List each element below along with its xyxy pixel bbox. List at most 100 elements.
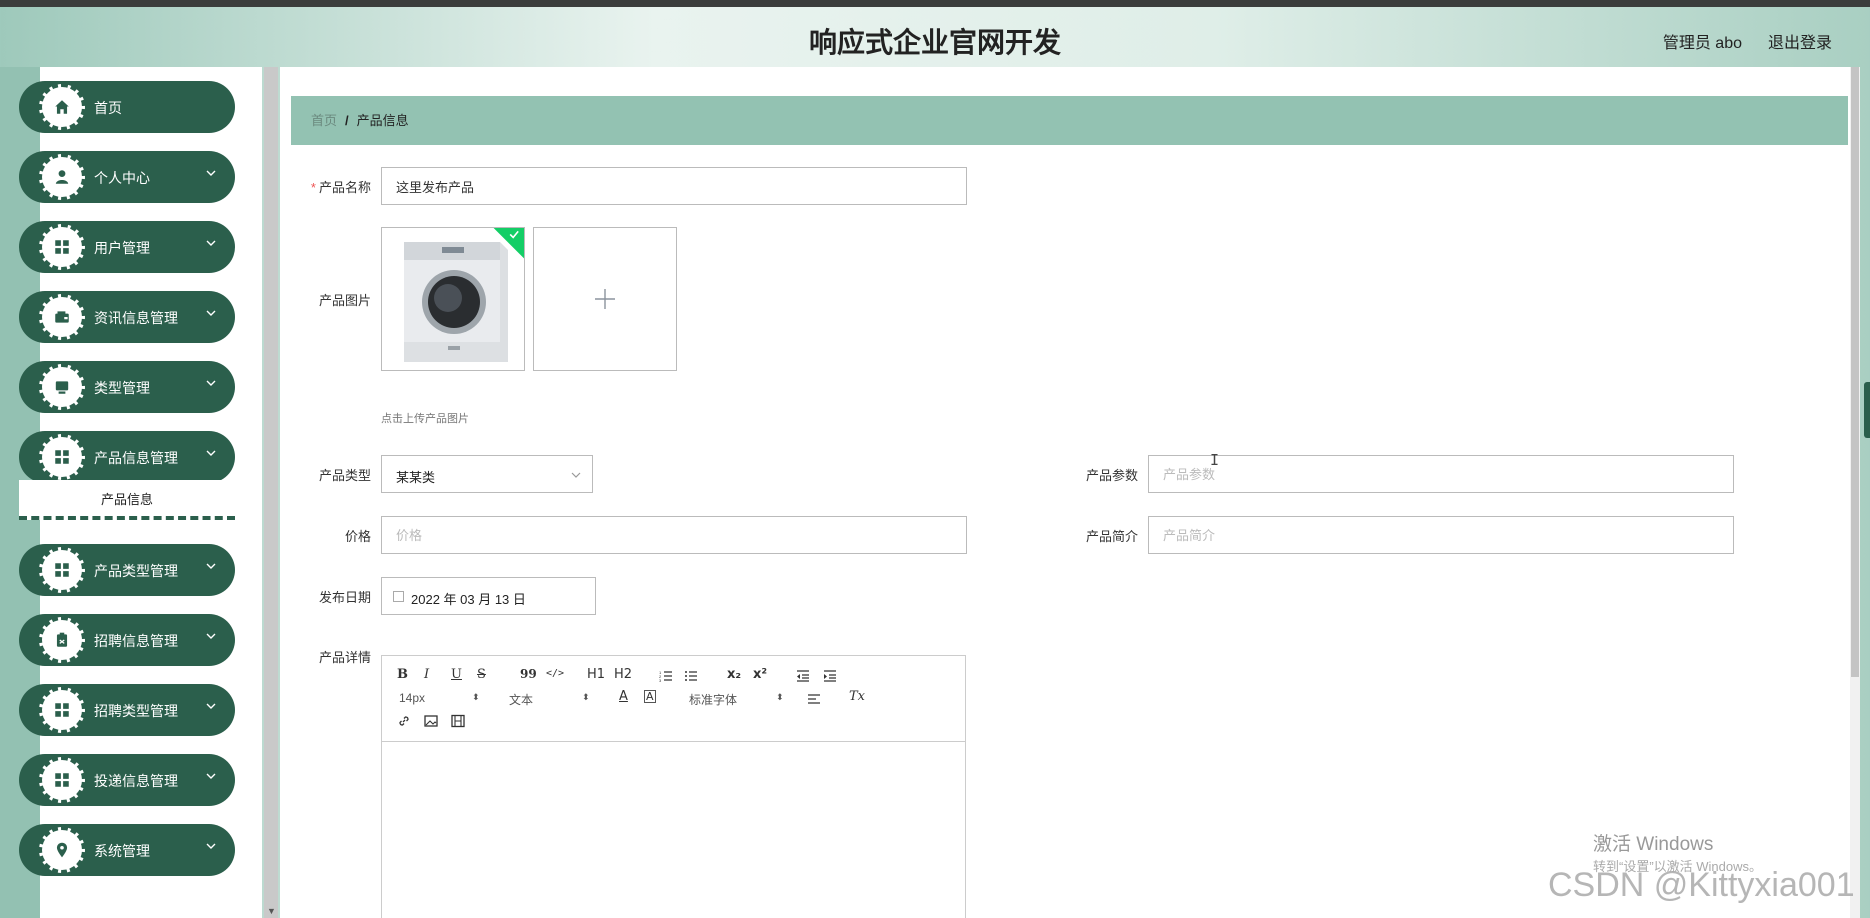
admin-info: 管理员 abo: [1662, 35, 1742, 52]
sidebar-item-news-management[interactable]: 资讯信息管理: [19, 291, 235, 343]
sidebar-item-user-management[interactable]: 用户管理: [19, 221, 235, 273]
washing-machine-image: [382, 228, 524, 370]
calendar-icon: [393, 591, 404, 602]
product-type-select[interactable]: 某某类: [381, 455, 593, 493]
sidebar: ▼ 首页 个人中心 用户管理 资讯信息管理 类型管理 产品信息管理 产品信息 产…: [0, 67, 278, 918]
product-type-label: 产品类型: [318, 468, 371, 483]
publish-date-picker[interactable]: 2022 年 03 月 13 日: [381, 577, 596, 615]
underline-button[interactable]: U: [451, 667, 462, 682]
product-detail-label: 产品详情: [318, 650, 371, 665]
product-params-input[interactable]: [1148, 455, 1734, 493]
chevron-down-icon: [206, 773, 216, 779]
check-icon: [509, 230, 519, 239]
sidebar-item-label: 个人中心: [94, 170, 150, 186]
publish-date-value: 2022 年 03 月 13 日: [411, 592, 526, 607]
bold-button[interactable]: B: [397, 667, 408, 682]
sidebar-item-product-info-management[interactable]: 产品信息管理: [19, 431, 235, 483]
video-icon[interactable]: [451, 714, 465, 728]
product-image-thumbnail[interactable]: [381, 227, 525, 371]
product-type-value: 某某类: [396, 470, 436, 485]
sidebar-item-label: 产品类型管理: [94, 563, 178, 579]
upload-hint: 点击上传产品图片: [381, 413, 469, 425]
chevron-down-icon: [206, 380, 216, 386]
submenu-item-product-info[interactable]: 产品信息: [19, 480, 235, 520]
windows-activation-text: 激活 Windows: [1593, 834, 1714, 855]
site-title: 响应式企业官网开发: [808, 27, 1061, 58]
grid-icon: [39, 687, 85, 733]
sidebar-item-system-management[interactable]: 系统管理: [19, 824, 235, 876]
chevron-down-icon: [206, 450, 216, 456]
superscript-button[interactable]: x²: [753, 667, 767, 682]
heading1-button[interactable]: H1: [587, 667, 605, 682]
block-format-select[interactable]: 文本 ⬍: [509, 691, 590, 708]
product-name-input[interactable]: [381, 167, 967, 205]
grid-icon: [39, 224, 85, 270]
sidebar-item-label: 招聘类型管理: [94, 703, 178, 719]
required-mark: *: [310, 180, 316, 195]
text-cursor-icon: I: [1210, 451, 1220, 469]
clipboard-icon: [39, 617, 85, 663]
sidebar-item-label: 产品信息管理: [94, 450, 178, 466]
strike-button[interactable]: S: [477, 667, 486, 682]
font-family-value: 标准字体: [689, 693, 738, 707]
chevron-down-icon: [206, 170, 216, 176]
breadcrumb-current: 产品信息: [356, 113, 409, 128]
indent-icon[interactable]: [823, 669, 837, 683]
location-icon: [39, 827, 85, 873]
sidebar-item-recruit-type-management[interactable]: 招聘类型管理: [19, 684, 235, 736]
sidebar-item-product-type-management[interactable]: 产品类型管理: [19, 544, 235, 596]
sidebar-item-label: 投递信息管理: [94, 773, 178, 789]
font-family-select[interactable]: 标准字体 ⬍: [689, 691, 784, 708]
font-color-button[interactable]: A: [619, 689, 628, 704]
align-icon[interactable]: [807, 692, 821, 706]
main-scrollbar[interactable]: [1850, 67, 1860, 918]
sidebar-item-recruit-info-management[interactable]: 招聘信息管理: [19, 614, 235, 666]
sidebar-scrollbar[interactable]: ▼: [264, 67, 278, 918]
blockquote-button[interactable]: 99: [520, 667, 537, 681]
font-size-select[interactable]: 14px ⬍: [399, 691, 480, 705]
chevron-down-icon: [206, 310, 216, 316]
product-intro-input[interactable]: [1148, 516, 1734, 554]
link-icon[interactable]: [397, 714, 411, 728]
clear-format-button[interactable]: Tx: [849, 689, 865, 704]
select-arrows-icon: ⬍: [472, 692, 480, 702]
product-image-label: 产品图片: [318, 293, 371, 308]
price-label: 价格: [344, 529, 371, 544]
sidebar-item-label: 资讯信息管理: [94, 310, 178, 326]
background-color-button[interactable]: A: [644, 690, 656, 703]
code-block-button[interactable]: </>: [546, 668, 564, 679]
chevron-down-icon: [206, 843, 216, 849]
outdent-icon[interactable]: [796, 669, 810, 683]
svg-text:3: 3: [659, 678, 662, 683]
side-handle[interactable]: [1864, 382, 1870, 438]
select-arrows-icon: ⬍: [776, 692, 784, 702]
chevron-down-icon: [206, 563, 216, 569]
bullet-list-icon[interactable]: [684, 669, 698, 683]
home-icon: [39, 84, 85, 130]
breadcrumb-separator: /: [345, 113, 349, 128]
font-size-value: 14px: [399, 691, 426, 705]
scrollbar-thumb[interactable]: [1851, 67, 1859, 677]
grid-icon: [39, 757, 85, 803]
image-upload-button[interactable]: [533, 227, 677, 371]
sidebar-item-label: 类型管理: [94, 380, 150, 396]
image-icon[interactable]: [424, 714, 438, 728]
price-input[interactable]: [381, 516, 967, 554]
italic-button[interactable]: I: [424, 667, 429, 682]
wallet-icon: [39, 294, 85, 340]
sidebar-item-label: 用户管理: [94, 240, 150, 256]
breadcrumb-home[interactable]: 首页: [311, 113, 337, 128]
sidebar-item-label: 招聘信息管理: [94, 633, 178, 649]
editor-content-area[interactable]: [382, 743, 965, 918]
subscript-button[interactable]: x₂: [727, 667, 741, 682]
logout-link[interactable]: 退出登录: [1768, 29, 1832, 53]
chevron-down-icon: [206, 240, 216, 246]
sidebar-item-personal-center[interactable]: 个人中心: [19, 151, 235, 203]
ordered-list-icon[interactable]: 123: [659, 669, 673, 683]
product-name-label-text: 产品名称: [318, 180, 371, 195]
sidebar-item-type-management[interactable]: 类型管理: [19, 361, 235, 413]
heading2-button[interactable]: H2: [614, 667, 632, 682]
sidebar-item-delivery-info-management[interactable]: 投递信息管理: [19, 754, 235, 806]
sidebar-item-home[interactable]: 首页: [19, 81, 235, 133]
scroll-down-icon[interactable]: ▼: [267, 906, 276, 916]
